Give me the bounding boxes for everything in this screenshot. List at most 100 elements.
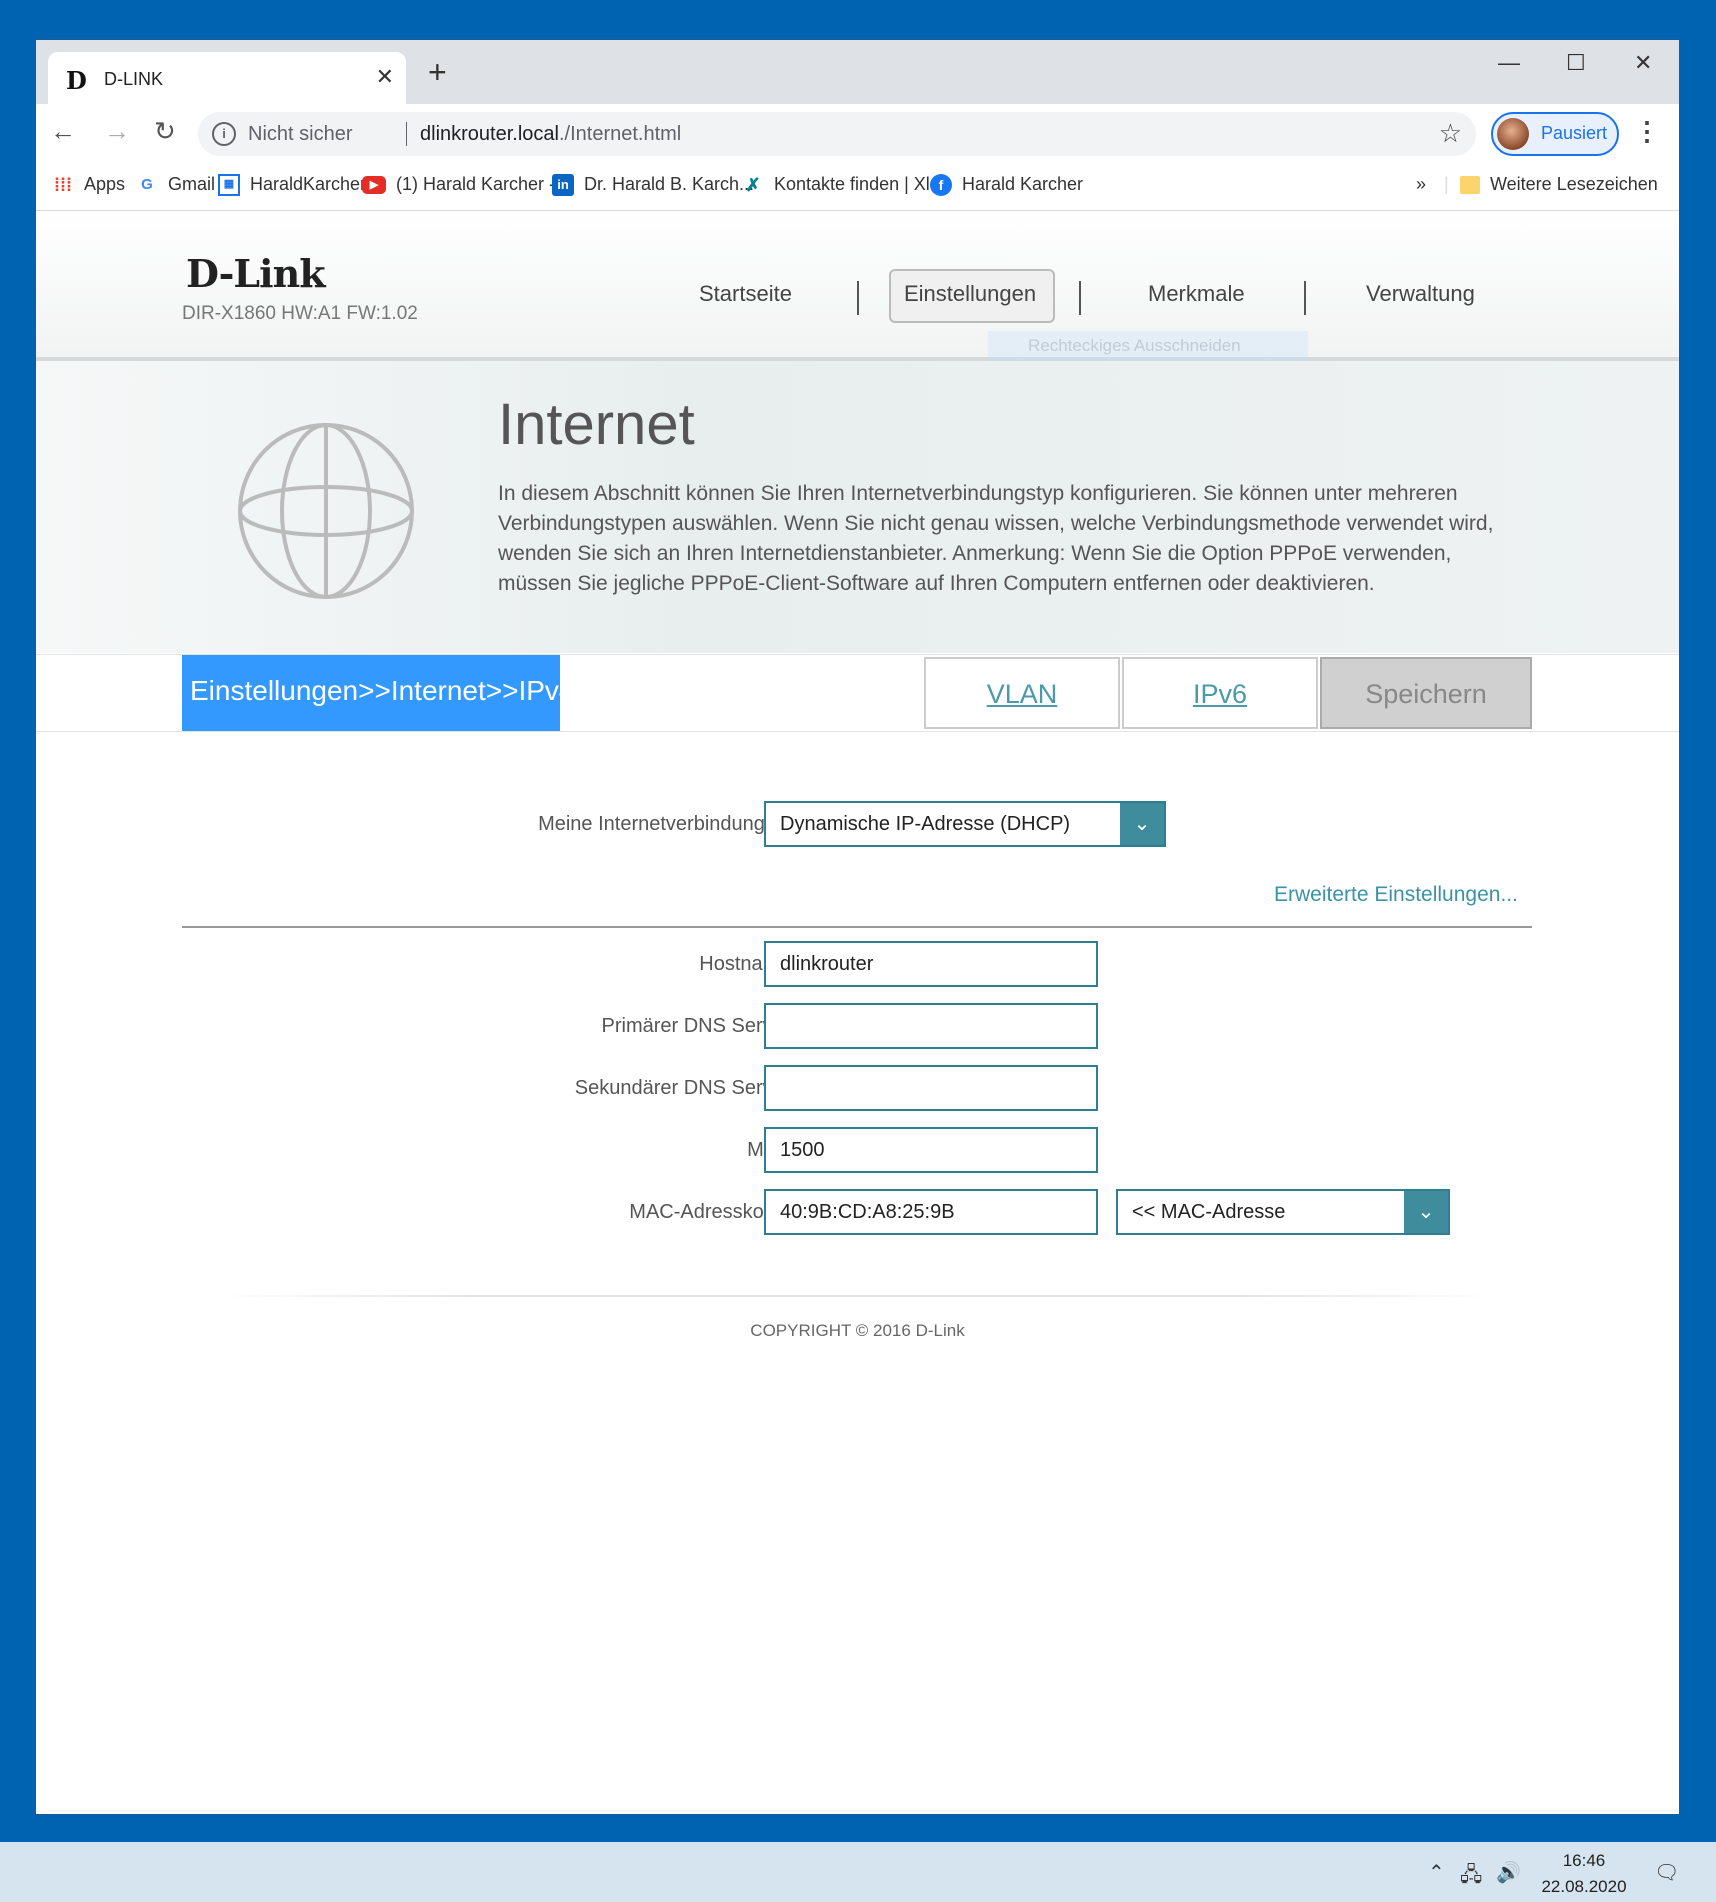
connection-type-label: Meine Internetverbindung ist: [538,813,796,835]
url-path: ./Internet.html [558,123,682,145]
facebook-icon: f [930,174,952,197]
google-icon: G [141,176,153,194]
browser-window: D D-LINK ✕ + — ☐ ✕ ← → ↻ i Nicht sicher … [36,40,1679,1814]
bookmark-linkedin[interactable]: in Dr. Harald B. Karch... [552,174,755,197]
url-text[interactable]: dlinkrouter.local./Internet.html [420,123,681,146]
tab-ipv6[interactable]: IPv6 [1122,657,1318,729]
bookmark-label: Weitere Lesezeichen [1490,174,1658,194]
nav-separator [1304,281,1306,315]
nav-separator [1079,281,1081,315]
connection-type-select[interactable]: Dynamische IP-Adresse (DHCP) ⌄ [764,801,1166,847]
apps-grid-icon: ⁞⁞⁞ [54,175,72,196]
hostname-input[interactable] [764,941,1098,987]
bookmark-youtube[interactable]: ▶ (1) Harald Karcher -... [362,174,570,195]
bookmark-label: Kontakte finden | Xl... [774,174,945,194]
snipping-overlay: Rechteckiges Ausschneiden [988,331,1308,361]
nav-verwaltung[interactable]: Verwaltung [1366,281,1475,307]
minimize-button[interactable]: — [1498,50,1520,76]
browser-toolbar: ← → ↻ i Nicht sicher dlinkrouter.local./… [36,104,1679,164]
footer-divider [216,1295,1496,1297]
dns-secondary-input[interactable] [764,1065,1098,1111]
router-header: D-Link DIR-X1860 HW:A1 FW:1.02 Startseit… [36,211,1679,361]
network-icon[interactable]: 🖧 [1460,1860,1482,1894]
bookmark-facebook[interactable]: f Harald Karcher [930,174,1084,197]
bookmarks-overflow-icon[interactable]: » [1416,174,1426,195]
nav-startseite[interactable]: Startseite [699,281,792,307]
nav-merkmale[interactable]: Merkmale [1148,281,1245,307]
profile-button[interactable]: Pausiert [1491,112,1619,156]
advanced-settings-link[interactable]: Erweiterte Einstellungen... [1274,883,1518,907]
xing-icon: ✗ [745,175,761,196]
chevron-down-icon: ⌄ [1120,803,1164,845]
not-secure-label: Nicht sicher [248,123,353,145]
tab-vlan[interactable]: VLAN [924,657,1120,729]
tab-strip: D D-LINK ✕ + — ☐ ✕ [36,40,1679,104]
linkedin-icon: in [552,174,574,197]
mac-select-value: << MAC-Adresse [1132,1201,1286,1223]
system-clock[interactable]: 16:46 22.08.2020 [1534,1848,1634,1900]
nav-einstellungen[interactable]: Einstellungen [904,281,1036,307]
hostname-label: Hostname: [699,953,796,975]
mac-clone-label: MAC-Adresskopie: [629,1201,796,1223]
bookmark-label: Harald Karcher [962,174,1084,194]
dns-primary-input[interactable] [764,1003,1098,1049]
notifications-icon[interactable]: 🗨 [1654,1860,1679,1885]
clock-time: 16:46 [1562,1851,1606,1870]
avatar [1497,118,1529,150]
folder-icon [1460,176,1480,195]
mtu-input[interactable] [764,1127,1098,1173]
copyright: COPYRIGHT © 2016 D-Link [750,1321,965,1340]
clock-date: 22.08.2020 [1541,1877,1627,1896]
dns-secondary-label: Sekundärer DNS Server: [574,1077,796,1099]
address-separator [406,122,407,146]
globe-icon [238,423,414,599]
other-bookmarks[interactable]: Weitere Lesezeichen [1460,174,1658,195]
mtu-label: MTU: [276,1139,796,1162]
bookmark-label: Dr. Harald B. Karch... [584,174,755,194]
reload-icon[interactable]: ↻ [154,118,176,144]
tab-title: D-LINK [104,69,164,89]
connection-type-value: Dynamische IP-Adresse (DHCP) [780,813,1071,835]
chevron-up-icon[interactable]: ⌃ [1428,1860,1445,1885]
page-description: In diesem Abschnitt können Sie Ihren Int… [498,482,1494,595]
close-tab-icon[interactable]: ✕ [376,64,394,90]
bookmark-xing[interactable]: ✗ Kontakte finden | Xl... [742,174,945,196]
save-button[interactable]: Speichern [1320,657,1532,729]
close-window-button[interactable]: ✕ [1634,50,1652,76]
browser-menu-icon[interactable]: ⋮ [1634,116,1660,147]
forward-icon[interactable]: → [104,118,130,144]
bookmark-star-icon[interactable]: ☆ [1439,118,1462,149]
dlink-logo: D-Link [186,251,326,296]
url-host: dlinkrouter.local [420,123,559,145]
hero-section: Internet In diesem Abschnitt können Sie … [36,361,1679,653]
calendar-icon: ▦ [218,174,240,197]
bookmark-gmail[interactable]: G Gmail [136,174,215,196]
new-tab-button[interactable]: + [428,56,447,88]
model-info: DIR-X1860 HW:A1 FW:1.02 [182,303,418,324]
youtube-icon: ▶ [362,176,386,195]
back-icon[interactable]: ← [50,118,76,144]
volume-icon[interactable]: 🔊 [1496,1860,1521,1885]
bookmark-apps[interactable]: ⁞⁞⁞ Apps [52,174,125,196]
mac-clone-input[interactable] [764,1189,1098,1235]
page-title: Internet [498,392,695,457]
profile-label: Pausiert [1541,123,1608,143]
bookmark-label: Gmail [168,174,216,194]
bookmark-label: (1) Harald Karcher -... [396,174,571,194]
router-page: D-Link DIR-X1860 HW:A1 FW:1.02 Startseit… [36,211,1679,1814]
dns-primary-label: Primärer DNS Server: [601,1015,796,1037]
section-tabs-bar: Einstellungen>>Internet>>IPv4 VLAN IPv6 … [36,654,1679,732]
browser-tab[interactable]: D D-LINK ✕ [48,52,406,104]
bookmark-haraldkarcher[interactable]: ▦ HaraldKarcher [218,174,366,197]
bookmarks-divider: | [1444,174,1449,194]
info-icon[interactable]: i [212,122,236,146]
breadcrumb: Einstellungen>>Internet>>IPv4 [182,655,575,731]
dlink-favicon-icon: D [66,66,87,95]
divider [182,926,1532,928]
nav-separator [857,281,859,315]
address-bar[interactable]: i Nicht sicher dlinkrouter.local./Intern… [198,112,1476,156]
chevron-down-icon: ⌄ [1404,1191,1448,1233]
bookmarks-bar: ⁞⁞⁞ Apps G Gmail ▦ HaraldKarcher ▶ (1) Haral… [36,164,1679,211]
maximize-button[interactable]: ☐ [1566,50,1586,76]
mac-address-select[interactable]: << MAC-Adresse ⌄ [1116,1189,1450,1235]
